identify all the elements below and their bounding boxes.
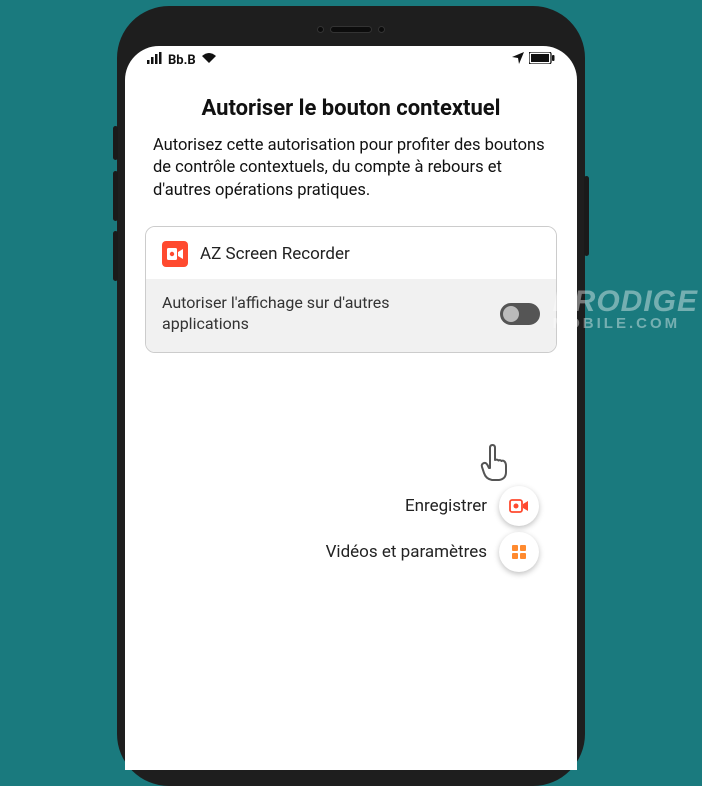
permission-label: Autoriser l'affichage sur d'autres appli…: [162, 293, 442, 335]
power-button: [584, 176, 589, 256]
phone-frame: Bb.B Autoriser le bouton contextuel Auto…: [117, 6, 585, 786]
carrier-label: Bb.B: [168, 53, 196, 68]
pointer-hand-icon: [477, 444, 511, 486]
permission-card: AZ Screen Recorder Autoriser l'affichage…: [145, 226, 557, 354]
app-header-row: AZ Screen Recorder: [146, 227, 556, 279]
page-description: Autorisez cette autorisation pour profit…: [153, 135, 549, 202]
settings-action-row: Vidéos et paramètres: [326, 532, 539, 572]
app-icon: [162, 241, 188, 267]
record-action-row: Enregistrer: [405, 486, 539, 526]
overlay-permission-row[interactable]: Autoriser l'affichage sur d'autres appli…: [146, 279, 556, 353]
record-label: Enregistrer: [405, 496, 487, 516]
notch: [125, 14, 577, 44]
overlay-permission-toggle[interactable]: [500, 303, 540, 325]
volume-down-button: [113, 231, 118, 281]
battery-icon: [529, 52, 555, 68]
page-title: Autoriser le bouton contextuel: [141, 96, 561, 121]
wifi-icon: [201, 52, 217, 68]
side-button: [113, 126, 118, 160]
record-button[interactable]: [499, 486, 539, 526]
settings-label: Vidéos et paramètres: [326, 542, 487, 562]
app-name: AZ Screen Recorder: [200, 244, 350, 264]
screen: Bb.B Autoriser le bouton contextuel Auto…: [125, 46, 577, 770]
location-icon: [512, 52, 524, 68]
settings-button[interactable]: [499, 532, 539, 572]
signal-icon: [147, 52, 163, 68]
status-bar: Bb.B: [125, 46, 577, 74]
volume-up-button: [113, 171, 118, 221]
